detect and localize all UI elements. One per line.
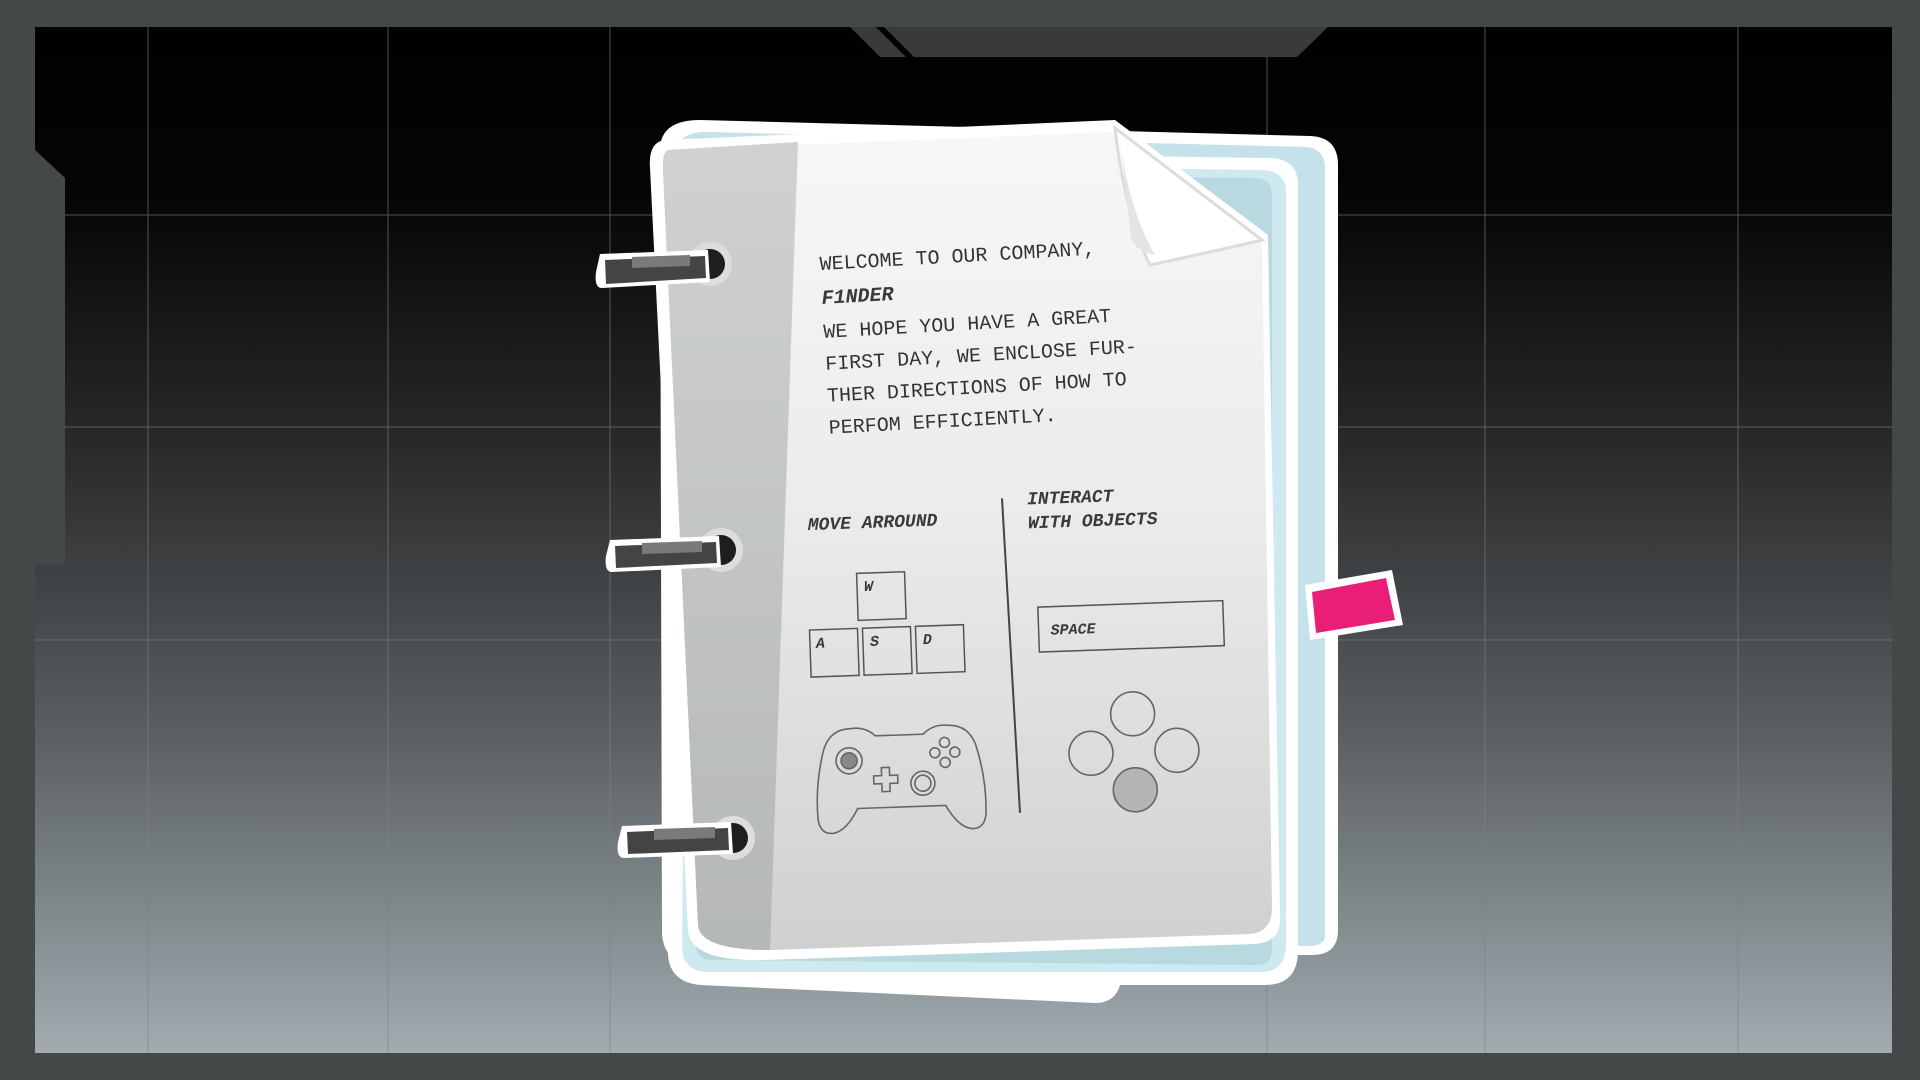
player-name: F1NDER xyxy=(821,284,895,311)
key-a-label: A xyxy=(815,636,826,653)
tutorial-scene: WELCOME TO OUR COMPANY, F1NDER WE HOPE Y… xyxy=(0,0,1920,1080)
key-space-label: SPACE xyxy=(1050,621,1097,640)
interact-section-title-line-1: INTERACT xyxy=(1027,487,1115,510)
key-d-label: D xyxy=(923,632,933,649)
notebook: WELCOME TO OUR COMPANY, F1NDER WE HOPE Y… xyxy=(595,120,1403,1003)
key-s-label: S xyxy=(870,634,880,651)
